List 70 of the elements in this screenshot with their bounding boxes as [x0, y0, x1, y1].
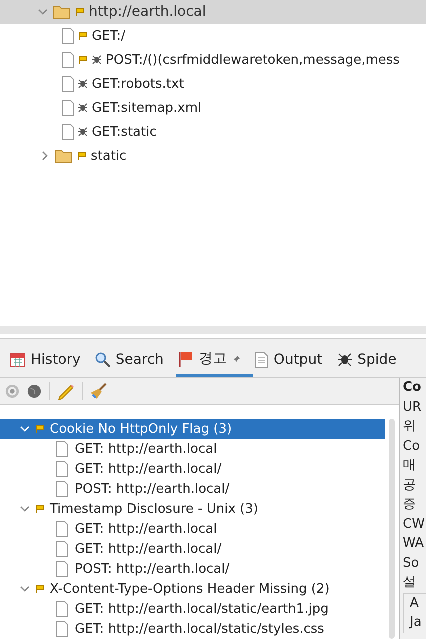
details-text: 위 — [403, 418, 417, 436]
scrollbar[interactable] — [0, 326, 426, 334]
page-icon — [62, 52, 74, 68]
details-text: WA — [403, 535, 426, 553]
page-icon — [62, 28, 74, 44]
caret-icon[interactable] — [38, 7, 48, 17]
details-text: 매 — [403, 457, 417, 475]
alert-instance[interactable]: GET: http://earth.local/static/styles.css — [0, 619, 385, 639]
flag-icon — [35, 424, 45, 434]
folder-icon — [53, 4, 71, 20]
page-icon — [56, 601, 68, 617]
caret-icon[interactable] — [20, 584, 30, 594]
alert-item[interactable]: X-Content-Type-Options Header Missing (2) — [0, 579, 385, 599]
calendar-icon — [10, 352, 26, 368]
page-icon — [56, 461, 68, 477]
tree-label: http://earth.local — [89, 4, 206, 20]
tree-label: GET:robots.txt — [92, 76, 184, 92]
tab[interactable]: Spide — [334, 352, 409, 377]
details-text: CW — [403, 516, 426, 534]
alert-instance[interactable]: POST: http://earth.local/ — [0, 559, 385, 579]
page-icon — [56, 561, 68, 577]
alert-item[interactable]: Timestamp Disclosure - Unix (3) — [0, 499, 385, 519]
broom-icon[interactable] — [90, 382, 108, 400]
folder-icon — [55, 148, 73, 164]
tree-node[interactable]: http://earth.local — [0, 0, 426, 24]
alert-instance[interactable]: GET: http://earth.local — [0, 519, 385, 539]
page-icon — [56, 481, 68, 497]
caret-icon[interactable] — [20, 504, 30, 514]
caret-icon[interactable] — [40, 151, 50, 161]
alert-instance[interactable]: GET: http://earth.local/ — [0, 459, 385, 479]
tree-label: POST:/()(csrfmiddlewaretoken,message,mess — [106, 52, 400, 68]
details-title: Co — [403, 379, 422, 397]
tab[interactable]: Search — [92, 352, 176, 377]
alert-item[interactable]: Cookie No HttpOnly Flag (3) — [0, 419, 385, 439]
details-text: So — [403, 554, 420, 572]
flag-icon — [178, 351, 194, 367]
tab[interactable]: History — [8, 352, 93, 377]
tab[interactable]: 경고 — [176, 350, 253, 377]
search-icon — [94, 352, 111, 368]
flag-icon — [35, 504, 45, 514]
alert-instance[interactable]: GET: http://earth.local — [0, 439, 385, 459]
section-title: 설 — [403, 574, 417, 592]
page-icon — [56, 441, 68, 457]
page-icon — [62, 76, 74, 92]
page-icon — [62, 124, 74, 140]
details-text: UR — [403, 398, 423, 416]
page-icon — [56, 541, 68, 557]
page-icon — [62, 100, 74, 116]
document-icon — [254, 352, 269, 368]
scrollbar[interactable] — [389, 419, 395, 639]
details-text: 공 — [403, 476, 417, 494]
target-icon[interactable] — [5, 384, 20, 398]
tree-label: GET:static — [92, 124, 157, 140]
details-text: Co — [403, 438, 422, 456]
tree-label: GET:/ — [92, 28, 126, 44]
tree-label: static — [91, 148, 127, 164]
details-text: Ja — [410, 614, 423, 632]
alert-instance[interactable]: GET: http://earth.local/static/earth1.jpg — [0, 599, 385, 619]
pin-icon[interactable] — [232, 354, 241, 364]
tree-label: GET:sitemap.xml — [92, 100, 202, 116]
flag-icon — [35, 584, 45, 594]
alert-instance[interactable]: POST: http://earth.local/ — [0, 479, 385, 499]
caret-icon[interactable] — [20, 424, 30, 434]
spider-icon — [336, 352, 353, 368]
details-text: 증 — [403, 496, 417, 514]
page-icon — [56, 521, 68, 537]
details-text: A — [410, 594, 420, 612]
pencil-icon[interactable] — [57, 382, 75, 400]
alert-instance[interactable]: GET: http://earth.local/ — [0, 539, 385, 559]
tab[interactable]: Output — [252, 352, 335, 377]
